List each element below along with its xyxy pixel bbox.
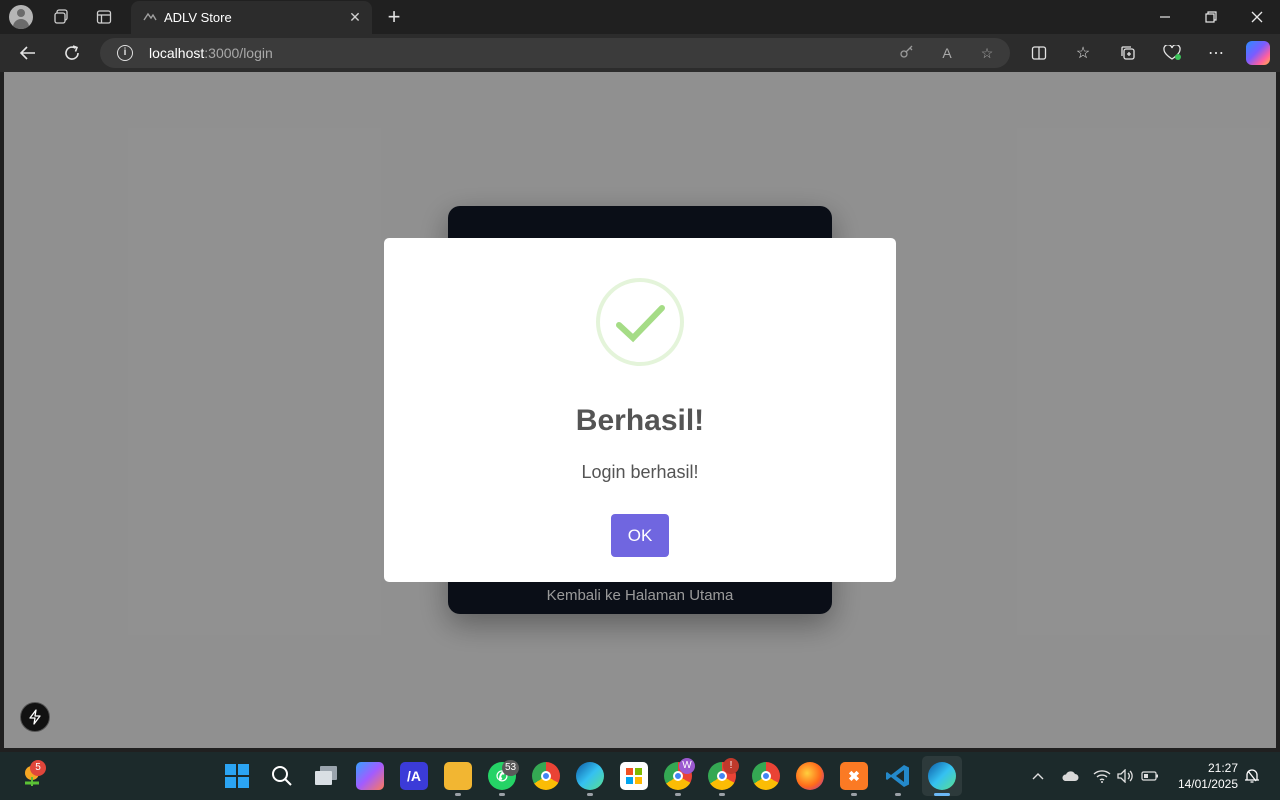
active-indicator (934, 793, 950, 796)
running-indicator (851, 793, 857, 796)
success-check-icon (596, 278, 684, 366)
clock-time: 21:27 (1207, 761, 1238, 775)
collections-icon[interactable] (1115, 41, 1141, 65)
success-dialog: Berhasil! Login berhasil! OK (384, 238, 896, 582)
notification-bell-icon[interactable] (1242, 766, 1262, 786)
vscode-icon[interactable] (884, 762, 912, 790)
back-arrow-icon[interactable] (15, 41, 41, 65)
chrome-icon[interactable] (532, 762, 560, 790)
url-text: localhost:3000/login (149, 45, 273, 61)
dev-tools-lightning-icon[interactable] (20, 702, 50, 732)
chrome-profile-icon[interactable] (752, 762, 780, 790)
password-key-icon[interactable] (896, 43, 918, 63)
file-explorer-icon[interactable] (444, 762, 472, 790)
battery-icon[interactable] (1140, 766, 1160, 786)
running-indicator (499, 793, 505, 796)
copilot-icon[interactable] (1246, 41, 1270, 65)
system-clock[interactable]: 21:27 14/01/2025 (1170, 760, 1238, 792)
browser-title-bar: ADLV Store ✕ + (0, 0, 1280, 34)
clock-date: 14/01/2025 (1177, 777, 1238, 791)
visual-studio-icon[interactable]: /A (400, 762, 428, 790)
search-icon[interactable] (268, 762, 296, 790)
browser-essentials-icon[interactable] (1159, 41, 1185, 65)
running-indicator (719, 793, 725, 796)
volume-icon[interactable] (1116, 766, 1136, 786)
more-options-icon[interactable]: ⋯ (1203, 41, 1229, 65)
running-indicator (675, 793, 681, 796)
widgets-badge: 5 (30, 760, 46, 776)
edge-icon[interactable] (576, 762, 604, 790)
split-screen-icon[interactable] (1026, 41, 1052, 65)
page-viewport: Kembali ke Halaman Utama Berhasil! Login… (4, 72, 1276, 748)
favorite-star-icon[interactable]: ☆ (976, 43, 998, 63)
whatsapp-badge: 53 (502, 760, 520, 776)
task-view-icon[interactable] (312, 762, 340, 790)
browser-toolbar: i localhost:3000/login A ☆ ☆ ⋯ (0, 34, 1280, 72)
new-tab-button[interactable]: + (382, 5, 406, 29)
xampp-icon[interactable]: ✖ (840, 762, 868, 790)
read-aloud-icon[interactable]: A (936, 43, 958, 63)
address-bar[interactable]: i localhost:3000/login A ☆ (100, 38, 1010, 68)
tab-close-icon[interactable]: ✕ (346, 8, 364, 26)
firefox-icon[interactable] (796, 762, 824, 790)
show-hidden-icons-icon[interactable] (1028, 766, 1048, 786)
running-indicator (455, 793, 461, 796)
favorites-icon[interactable]: ☆ (1070, 41, 1096, 65)
active-tab[interactable]: ADLV Store ✕ (131, 1, 372, 34)
dialog-message: Login berhasil! (581, 462, 699, 482)
close-window-button[interactable] (1242, 5, 1272, 29)
windows-taskbar: 5 /A ✆ 53 W ! ✖ 21:27 14/01/2025 (0, 752, 1280, 800)
microsoft-store-icon[interactable] (620, 762, 648, 790)
dialog-title: Berhasil! (575, 404, 705, 437)
site-info-icon[interactable]: i (117, 45, 133, 61)
ok-button[interactable]: OK (611, 514, 669, 557)
chrome-alert-badge: ! (723, 758, 739, 774)
start-windows-icon[interactable] (223, 762, 251, 790)
running-indicator (895, 793, 901, 796)
tab-favicon-icon (143, 11, 157, 23)
workspaces-icon[interactable] (48, 5, 74, 29)
edge-active-icon[interactable] (928, 762, 956, 790)
vertical-tabs-icon[interactable] (91, 5, 117, 29)
tab-title: ADLV Store (164, 10, 232, 25)
profile-avatar[interactable] (9, 5, 33, 29)
wifi-icon[interactable] (1092, 766, 1112, 786)
onedrive-cloud-icon[interactable] (1060, 766, 1080, 786)
copilot-app-icon[interactable] (356, 762, 384, 790)
restore-button[interactable] (1196, 5, 1226, 29)
minimize-button[interactable] (1150, 5, 1180, 29)
refresh-icon[interactable] (59, 41, 85, 65)
running-indicator (587, 793, 593, 796)
chrome-profile-badge: W (679, 758, 695, 774)
